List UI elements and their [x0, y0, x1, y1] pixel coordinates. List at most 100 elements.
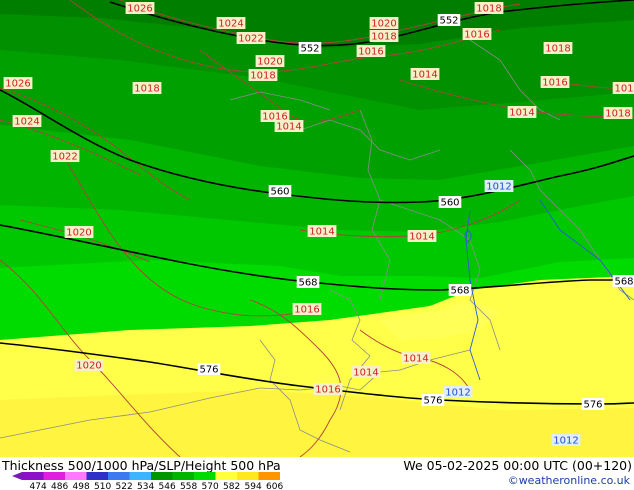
valid-time: We 05-02-2025 00:00 UTC (00+120): [403, 458, 632, 473]
legend-swatch: [237, 472, 259, 480]
isobar-label: 1018: [132, 82, 162, 95]
isobar-label: 1018: [474, 2, 504, 15]
height-label: 560: [268, 185, 292, 198]
legend-tick-label: 498: [73, 482, 90, 490]
isobar-label-text: 1020: [371, 19, 396, 30]
isobar-label: 1012: [484, 180, 514, 193]
height-label-text: 576: [199, 365, 218, 376]
isobar-label: 1016: [540, 76, 570, 89]
isobar-label-text: 1014: [412, 70, 437, 81]
isobar-label-text: 1024: [218, 19, 243, 30]
isobar-label-text: 1014: [403, 354, 428, 365]
legend-tick-label: 558: [180, 482, 197, 490]
height-label-text: 560: [440, 198, 459, 209]
legend-bar: [12, 472, 280, 480]
legend-tick-label: 546: [159, 482, 176, 490]
legend-tick-label: 594: [245, 482, 262, 490]
isobar-label: 1020: [74, 359, 104, 372]
isobar-label-text: 1020: [257, 57, 282, 68]
isobar-label: 1012: [551, 434, 581, 447]
height-label: 568: [612, 275, 634, 288]
copyright-link[interactable]: ©weatheronline.co.uk: [508, 474, 630, 487]
isobar-label-text: 1016: [358, 47, 383, 58]
isobar-label-text: 1012: [445, 388, 470, 399]
legend-swatch: [258, 472, 280, 480]
isobar-label: 1014: [407, 230, 437, 243]
height-label: 576: [197, 363, 221, 376]
map-footer: Thickness 500/1000 hPa/SLP/Height 500 hP…: [0, 457, 634, 490]
height-label-text: 560: [270, 187, 289, 198]
isobar-label: 101: [612, 82, 634, 95]
isobar-label: 1014: [507, 106, 537, 119]
height-label-text: 552: [439, 16, 458, 27]
isobar-label-text: 1016: [542, 78, 567, 89]
isobar-label: 1018: [543, 42, 573, 55]
isobar-label: 1014: [410, 68, 440, 81]
height-label: 576: [581, 398, 605, 411]
weather-map[interactable]: 1026 1024 1022 1020 1018 1016 1018 1016 1018 1020…: [0, 0, 634, 458]
isobar-label-text: 1020: [76, 361, 101, 372]
height-label-text: 576: [423, 396, 442, 407]
isobar-label: 1018: [248, 69, 278, 82]
isobar-label: 1026: [3, 77, 33, 90]
isobar-label: 1024: [216, 17, 246, 30]
isobar-label: 1020: [255, 55, 285, 68]
legend-tick-label: 582: [223, 482, 240, 490]
legend-swatch: [22, 472, 44, 480]
isobar-label: 1022: [236, 32, 266, 45]
height-label: 552: [437, 14, 461, 27]
isobar-label-text: 1014: [409, 232, 434, 243]
height-label-text: 568: [298, 278, 317, 289]
isobar-label-text: 1026: [127, 4, 152, 15]
isobar-label: 1020: [64, 226, 94, 239]
height-label: 560: [438, 196, 462, 209]
isobar-label-text: 1026: [5, 79, 30, 90]
legend-tick-label: 486: [51, 482, 68, 490]
isobar-label-text: 1012: [553, 436, 578, 447]
legend-arrow-left: [12, 472, 22, 480]
legend-swatch: [65, 472, 87, 480]
isobar-label-text: 1014: [509, 108, 534, 119]
isobar-label: 1014: [307, 225, 337, 238]
isobar-label: 1016: [292, 303, 322, 316]
isobar-label-text: 1016: [464, 30, 489, 41]
isobar-label-text: 1016: [315, 385, 340, 396]
isobar-label-text: 1018: [476, 4, 501, 15]
isobar-label: 1020: [369, 17, 399, 30]
isobar-label-text: 1018: [134, 84, 159, 95]
isobar-label-text: 1016: [294, 305, 319, 316]
isobar-label: 1016: [356, 45, 386, 58]
isobar-label: 1012: [443, 386, 473, 399]
isobar-label-text: 101: [614, 84, 633, 95]
isobar-label: 1016: [462, 28, 492, 41]
height-label: 552: [298, 42, 322, 55]
height-label: 568: [296, 276, 320, 289]
isobar-label-text: 1014: [309, 227, 334, 238]
legend-tick-label: 474: [30, 482, 47, 490]
isobar-label-text: 1012: [486, 182, 511, 193]
isobar-label-text: 1014: [353, 368, 378, 379]
isobar-label: 1016: [313, 383, 343, 396]
legend-tick-label: 606: [266, 482, 283, 490]
legend-swatch: [43, 472, 65, 480]
isobar-label-text: 1014: [276, 122, 301, 133]
legend-swatch: [86, 472, 108, 480]
isobar-label: 1026: [125, 2, 155, 15]
isobar-label: 1014: [274, 120, 304, 133]
isobar-label-text: 1018: [250, 71, 275, 82]
color-legend: 474 486 498 510 522 534 546 558 570 582 594 606: [12, 472, 284, 490]
legend-tick-label: 534: [137, 482, 154, 490]
isobar-label: 1018: [603, 107, 633, 120]
height-label-text: 552: [300, 44, 319, 55]
legend-tick-label: 522: [116, 482, 133, 490]
isobar-label: 1024: [12, 115, 42, 128]
height-label: 568: [448, 284, 472, 297]
legend-swatch: [129, 472, 151, 480]
map-canvas: 1026 1024 1022 1020 1018 1016 1018 1016 1018 1020…: [0, 0, 634, 458]
legend-tick-label: 570: [202, 482, 219, 490]
isobar-label-text: 1020: [66, 228, 91, 239]
isobar-label-text: 1018: [545, 44, 570, 55]
isobar-label: 1014: [351, 366, 381, 379]
legend-swatch: [108, 472, 130, 480]
legend-tick-labels: 474 486 498 510 522 534 546 558 570 582 594 606: [30, 482, 284, 490]
